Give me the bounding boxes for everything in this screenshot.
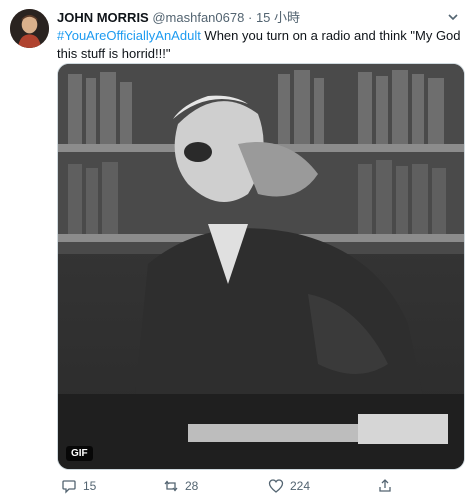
- avatar[interactable]: [10, 9, 49, 48]
- tweet-header: JOHN MORRIS @mashfan0678 · 15 小時: [57, 9, 462, 27]
- reply-button[interactable]: 15: [61, 476, 96, 496]
- author-name[interactable]: JOHN MORRIS: [57, 10, 149, 25]
- tweet-text: #YouAreOfficiallyAnAdult When you turn o…: [57, 27, 462, 63]
- retweet-button[interactable]: 28: [163, 476, 198, 496]
- gif-frame-image: [58, 64, 464, 469]
- separator: ·: [247, 10, 253, 25]
- tweet-actions: 15 28 224: [57, 476, 457, 496]
- chevron-down-icon[interactable]: [446, 10, 460, 24]
- author-handle[interactable]: @mashfan0678: [152, 10, 244, 25]
- reply-count: 15: [83, 479, 97, 493]
- retweet-icon: [164, 480, 178, 492]
- like-button[interactable]: 224: [268, 476, 310, 496]
- tweet[interactable]: JOHN MORRIS @mashfan0678 · 15 小時 #YouAre…: [0, 0, 474, 502]
- gif-badge: GIF: [66, 446, 93, 461]
- reply-icon: [62, 480, 76, 494]
- tweet-media-gif[interactable]: GIF: [57, 63, 465, 470]
- tweet-timestamp[interactable]: 15 小時: [256, 10, 300, 25]
- share-icon: [379, 479, 391, 492]
- retweet-count: 28: [185, 479, 199, 493]
- like-count: 224: [290, 479, 311, 493]
- share-button[interactable]: [377, 476, 393, 496]
- heart-icon: [268, 479, 284, 493]
- hashtag-link[interactable]: #YouAreOfficiallyAnAdult: [57, 28, 201, 43]
